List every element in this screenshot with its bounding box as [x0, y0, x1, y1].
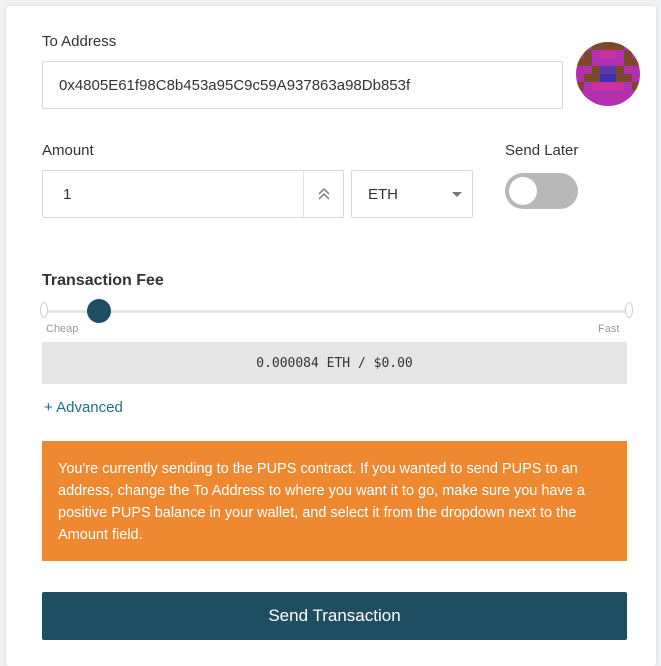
fee-slider-max-dot	[625, 302, 633, 318]
caret-down-icon	[452, 192, 462, 197]
fee-slider-min-dot	[40, 302, 48, 318]
transaction-fee-label: Transaction Fee	[42, 272, 164, 289]
to-address-input[interactable]	[42, 61, 563, 109]
currency-select-value: ETH	[368, 185, 398, 203]
contract-warning: You're currently sending to the PUPS con…	[42, 441, 627, 561]
amount-label: Amount	[42, 142, 94, 159]
amount-max-button[interactable]	[303, 171, 344, 217]
double-chevron-up-icon	[318, 187, 330, 200]
address-identicon	[576, 42, 640, 106]
advanced-link[interactable]: + Advanced	[44, 399, 123, 416]
currency-select[interactable]: ETH	[351, 170, 473, 218]
fee-slider-track[interactable]	[44, 310, 629, 313]
send-later-toggle[interactable]	[505, 173, 578, 209]
fee-slider-min-label: Cheap	[46, 323, 79, 335]
amount-input[interactable]	[42, 170, 344, 218]
to-address-label: To Address	[42, 33, 117, 50]
toggle-knob	[509, 177, 537, 205]
fee-display: 0.000084 ETH / $0.00	[42, 342, 627, 384]
send-form-card: To Address Amount	[6, 6, 656, 666]
send-transaction-button[interactable]: Send Transaction	[42, 592, 627, 640]
fee-slider-max-label: Fast	[598, 323, 620, 335]
send-later-label: Send Later	[505, 142, 579, 159]
fee-slider-handle[interactable]	[87, 299, 111, 323]
